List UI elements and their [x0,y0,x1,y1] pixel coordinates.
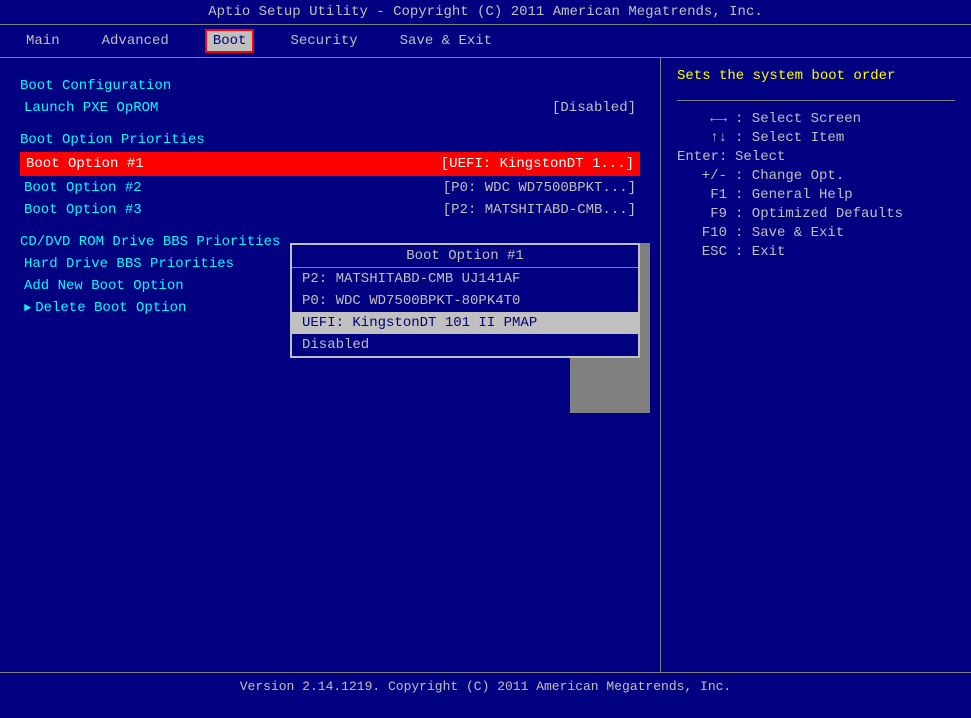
add-boot-label: Add New Boot Option [24,278,184,294]
boot-option-3-row[interactable]: Boot Option #3 [P2: MATSHITABD-CMB...] [20,200,640,220]
right-panel: Sets the system boot order ←→ : Select S… [661,58,971,672]
key-f1-label: F1 [677,187,727,203]
left-panel: Boot Configuration Launch PXE OpROM [Dis… [0,58,661,672]
title-bar: Aptio Setup Utility - Copyright (C) 2011… [0,0,971,24]
key-enter-label: Enter: [677,149,727,165]
key-select-item: ↑↓ : Select Item [677,130,955,146]
app-title: Aptio Setup Utility - Copyright (C) 2011… [208,4,763,20]
menu-bar: Main Advanced Boot Security Save & Exit [0,24,971,58]
boot-option-2-label: Boot Option #2 [24,180,142,196]
key-select-screen-desc: : Select Screen [735,111,861,127]
key-f1: F1 : General Help [677,187,955,203]
menu-item-save-exit[interactable]: Save & Exit [394,31,498,51]
key-esc-label: ESC [677,244,727,260]
key-enter: Enter: Select [677,149,955,165]
divider [677,100,955,101]
section-boot-config: Boot Configuration [20,78,640,94]
boot-option-1-value: [UEFI: KingstonDT 1...] [441,156,634,172]
key-f9-desc: : Optimized Defaults [735,206,903,222]
key-change-opt-desc: : Change Opt. [735,168,844,184]
hard-drive-label: Hard Drive BBS Priorities [24,256,234,272]
main-layout: Boot Configuration Launch PXE OpROM [Dis… [0,58,971,672]
dropdown-title: Boot Option #1 [292,245,638,268]
key-arrows-ud: ↑↓ [677,130,727,146]
dropdown-option-1[interactable]: P0: WDC WD7500BPKT-80PK4T0 [292,290,638,312]
boot-option-3-value: [P2: MATSHITABD-CMB...] [443,202,636,218]
key-select-screen: ←→ : Select Screen [677,111,955,127]
section-boot-priorities: Boot Option Priorities [20,132,640,148]
key-f10-label: F10 [677,225,727,241]
launch-pxe-row[interactable]: Launch PXE OpROM [Disabled] [20,98,640,118]
key-f10-desc: : Save & Exit [735,225,844,241]
delete-boot-label: Delete Boot Option [35,300,186,316]
boot-option-2-value: [P0: WDC WD7500BPKT...] [443,180,636,196]
boot-option-1-row[interactable]: Boot Option #1 [UEFI: KingstonDT 1...] [20,152,640,176]
key-f9-label: F9 [677,206,727,222]
menu-item-advanced[interactable]: Advanced [96,31,175,51]
version-text: Version 2.14.1219. Copyright (C) 2011 Am… [240,679,731,694]
menu-item-main[interactable]: Main [20,31,66,51]
key-select-item-desc: : Select Item [735,130,844,146]
dropdown-popup: Boot Option #1 P2: MATSHITABD-CMB UJ141A… [290,243,640,358]
menu-item-boot[interactable]: Boot [205,29,255,53]
key-arrows-lr: ←→ [677,111,727,127]
arrow-right-icon: ► [24,301,31,315]
boot-option-2-row[interactable]: Boot Option #2 [P0: WDC WD7500BPKT...] [20,178,640,198]
launch-pxe-label: Launch PXE OpROM [24,100,158,116]
boot-option-3-label: Boot Option #3 [24,202,142,218]
key-f10: F10 : Save & Exit [677,225,955,241]
status-bar: Version 2.14.1219. Copyright (C) 2011 Am… [0,672,971,702]
key-esc: ESC : Exit [677,244,955,260]
launch-pxe-value: [Disabled] [552,100,636,116]
help-text: Sets the system boot order [677,68,955,84]
key-enter-desc: Select [735,149,785,165]
key-esc-desc: : Exit [735,244,785,260]
key-change-opt: +/- : Change Opt. [677,168,955,184]
boot-option-1-label: Boot Option #1 [26,156,144,172]
key-f9: F9 : Optimized Defaults [677,206,955,222]
key-plus-minus: +/- [677,168,727,184]
menu-item-security[interactable]: Security [284,31,363,51]
dropdown-option-0[interactable]: P2: MATSHITABD-CMB UJ141AF [292,268,638,290]
key-f1-desc: : General Help [735,187,853,203]
dropdown-option-3[interactable]: Disabled [292,334,638,356]
dropdown-option-2[interactable]: UEFI: KingstonDT 101 II PMAP [292,312,638,334]
